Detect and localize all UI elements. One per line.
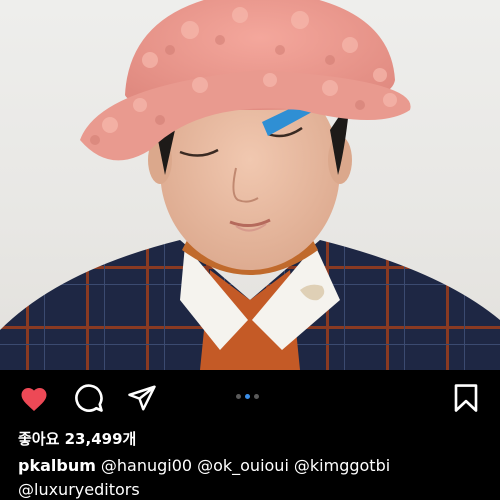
paper-plane-icon (128, 385, 156, 411)
comment-bubble-icon (75, 384, 103, 412)
share-button[interactable] (126, 382, 158, 414)
likes-count[interactable]: 좋아요 23,499개 (18, 428, 136, 449)
bookmark-icon (454, 384, 478, 412)
comment-button[interactable] (73, 382, 105, 414)
carousel-indicator (236, 394, 259, 399)
carousel-dot (236, 394, 241, 399)
post-photo[interactable] (0, 0, 500, 370)
heart-filled-icon (21, 388, 47, 411)
caption-username[interactable]: pkalbum (18, 456, 96, 475)
mention-link[interactable]: @kimggotbi (294, 456, 390, 475)
save-button[interactable] (450, 382, 482, 414)
mention-link[interactable]: @luxuryeditors (18, 480, 140, 499)
mention-link[interactable]: @ok_ouioui (197, 456, 289, 475)
post-caption: pkalbum @hanugi00 @ok_ouioui @kimggotbi @lux… (18, 454, 493, 500)
carousel-dot (254, 394, 259, 399)
carousel-dot-active (245, 394, 250, 399)
mention-link[interactable]: @hanugi00 (101, 456, 192, 475)
post-action-bar (0, 370, 500, 426)
like-button[interactable] (18, 382, 50, 414)
post-photo-illustration (0, 0, 500, 370)
